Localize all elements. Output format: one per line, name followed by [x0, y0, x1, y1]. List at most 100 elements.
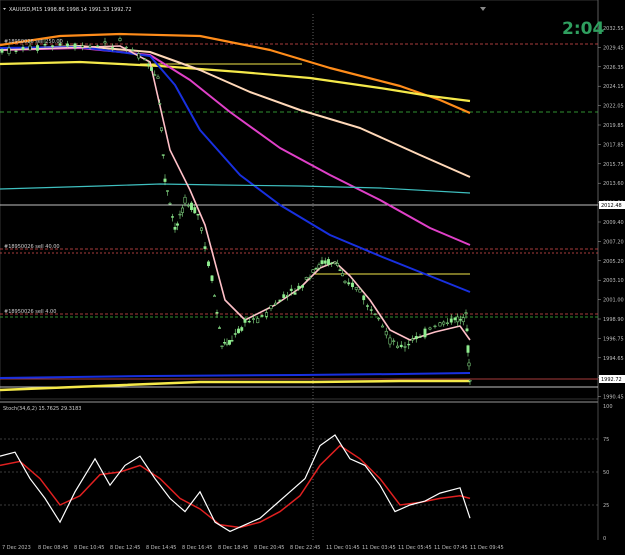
candle-body [210, 275, 214, 281]
time-tick-label: 8 Dec 14:45 [146, 545, 176, 551]
candle-body [178, 213, 182, 216]
candle-body [240, 327, 244, 331]
candle-body [358, 289, 362, 293]
candle-body [256, 318, 260, 324]
candle-body [388, 337, 392, 345]
candle-body [341, 273, 344, 277]
candle-body [111, 47, 114, 49]
candle-body [28, 45, 32, 51]
candle-body [304, 277, 308, 280]
candle-body [333, 261, 337, 264]
candle-body [166, 190, 169, 192]
candle-body [158, 103, 162, 105]
time-tick-label: 11 Dec 03:45 [362, 545, 396, 551]
candle-body [51, 45, 54, 47]
candle-body [320, 260, 324, 264]
candle-body [366, 305, 369, 307]
candle-body [21, 47, 25, 51]
clock: 2:04 [562, 19, 604, 39]
candle-body [124, 46, 128, 49]
candle-body [465, 328, 469, 332]
price-tick-label: 2032.55 [603, 26, 624, 32]
time-tick-label: 8 Dec 22:45 [290, 545, 320, 551]
candle-body [396, 345, 399, 348]
candle-body [446, 322, 449, 324]
candle-body [215, 312, 219, 314]
candle-body [449, 318, 453, 323]
stoch-signal-line [0, 444, 471, 529]
price-tick-label: 2015.75 [603, 162, 624, 168]
candle-body [190, 202, 193, 210]
time-tick-label: 8 Dec 08:45 [38, 545, 68, 551]
price-chart[interactable]: 2032.55 2029.45 2026.35 2024.15 2022.05 2019.… [0, 0, 625, 555]
candle-body [161, 154, 165, 156]
candle-body [381, 325, 384, 328]
candle-body [347, 282, 351, 285]
candle-body [146, 64, 150, 66]
candle-body [453, 317, 457, 321]
time-axis: 7 Dec 2023 8 Dec 08:45 8 Dec 10:45 8 Dec 12… [2, 545, 504, 551]
candle-body [269, 305, 273, 309]
candle-body [433, 325, 437, 328]
candle-body [336, 263, 339, 266]
candle-body [96, 45, 99, 47]
candle-body [260, 315, 264, 317]
candle-body [338, 269, 342, 271]
candle-body [203, 246, 207, 249]
price-tick-label: 2017.85 [603, 142, 624, 148]
candle-body [213, 295, 216, 297]
price-tick-label: 2009.40 [603, 220, 624, 226]
price-tick-label: 2013.60 [603, 181, 624, 187]
stoch-tick-label: 50 [603, 470, 609, 476]
level-price-tag-text: 2012.48 [601, 203, 622, 209]
candle-body [0, 49, 4, 53]
candle-body [373, 313, 377, 315]
price-tick-label: 2005.20 [603, 259, 624, 265]
time-tick-label: 11 Dec 09:45 [470, 545, 504, 551]
candle-body [311, 269, 315, 273]
candle-body [156, 76, 160, 79]
candle-body [118, 38, 122, 41]
stoch-tick-label: 25 [603, 503, 609, 509]
time-tick-label: 8 Dec 20:45 [254, 545, 284, 551]
candle-body [464, 312, 468, 314]
price-tick-label: 2019.85 [603, 123, 624, 129]
chart-window[interactable]: 2032.55 2029.45 2026.35 2024.15 2022.05 2019.… [0, 0, 625, 555]
candle-body [392, 340, 396, 342]
ma-cyan [0, 183, 471, 194]
candle-body [377, 317, 381, 320]
chevron-down-icon[interactable] [3, 8, 6, 10]
candle-body [282, 294, 286, 298]
stoch-label: Stoch(34,6,2) 15.7625 29.3183 [3, 406, 81, 412]
candle-body [163, 178, 167, 182]
candle-body [428, 327, 432, 330]
candle-body [384, 330, 388, 336]
candle-body [308, 276, 312, 279]
candle-body [225, 342, 229, 345]
candle-body [237, 328, 240, 334]
candle-body [181, 207, 184, 213]
candle-body [278, 299, 282, 302]
stoch-main-line [0, 434, 471, 533]
time-tick-label: 11 Dec 05:45 [398, 545, 432, 551]
candle-body [369, 309, 373, 311]
candle-body [183, 196, 187, 204]
candle-body [230, 340, 234, 342]
time-tick-label: 11 Dec 01:45 [326, 545, 360, 551]
candle-body [442, 321, 446, 325]
candle-body [218, 327, 221, 329]
candle-body [314, 268, 318, 270]
candle-body [343, 280, 347, 283]
candle-body [81, 45, 84, 48]
order-label-mid: #18950026 sell 40.00 [4, 244, 60, 250]
price-tick-label: 2003.10 [603, 278, 624, 284]
candle-body [323, 260, 327, 264]
candle-body [228, 340, 231, 345]
candle-body [459, 319, 462, 321]
scroll-marker-icon[interactable] [480, 7, 486, 11]
time-tick-label: 8 Dec 10:45 [74, 545, 104, 551]
candle-body [160, 127, 163, 131]
price-tick-label: 2007.20 [603, 239, 624, 245]
candle-body [467, 362, 471, 367]
candle-body [265, 312, 268, 317]
